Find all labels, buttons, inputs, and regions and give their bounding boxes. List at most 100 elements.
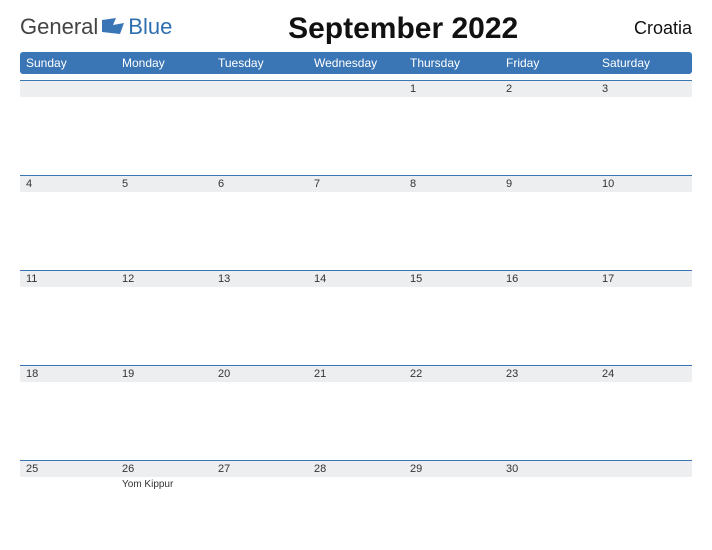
event-row xyxy=(20,287,692,359)
date-number: 21 xyxy=(308,366,404,382)
date-number: 17 xyxy=(596,271,692,287)
event-label xyxy=(596,382,692,454)
event-label xyxy=(20,287,116,359)
date-number: 6 xyxy=(212,176,308,192)
event-label xyxy=(596,287,692,359)
date-number: 23 xyxy=(500,366,596,382)
date-number: 28 xyxy=(308,461,404,477)
day-header: Monday xyxy=(116,52,212,74)
date-number: 16 xyxy=(500,271,596,287)
event-label xyxy=(212,192,308,264)
date-number: 15 xyxy=(404,271,500,287)
event-label xyxy=(404,382,500,454)
week-row: 252627282930Yom Kippur xyxy=(20,460,692,549)
date-row: 45678910 xyxy=(20,176,692,192)
logo: General Blue xyxy=(20,8,172,40)
event-label xyxy=(212,97,308,169)
date-number xyxy=(116,81,212,97)
date-number: 10 xyxy=(596,176,692,192)
date-number: 30 xyxy=(500,461,596,477)
logo-flag-icon xyxy=(102,14,124,40)
event-label xyxy=(116,287,212,359)
date-number: 5 xyxy=(116,176,212,192)
event-label xyxy=(116,97,212,169)
header: General Blue September 2022 Croatia xyxy=(20,8,692,52)
week-row: 45678910 xyxy=(20,175,692,264)
event-label xyxy=(20,382,116,454)
event-label xyxy=(212,382,308,454)
date-number: 20 xyxy=(212,366,308,382)
date-row: 123 xyxy=(20,81,692,97)
event-label xyxy=(116,382,212,454)
event-label xyxy=(500,477,596,549)
logo-text-b: Blue xyxy=(128,14,172,40)
event-label xyxy=(500,192,596,264)
date-number xyxy=(20,81,116,97)
event-label xyxy=(404,192,500,264)
day-header: Saturday xyxy=(596,52,692,74)
date-number: 26 xyxy=(116,461,212,477)
event-label xyxy=(404,287,500,359)
date-number xyxy=(596,461,692,477)
event-row xyxy=(20,192,692,264)
date-number: 4 xyxy=(20,176,116,192)
event-label xyxy=(308,477,404,549)
event-label: Yom Kippur xyxy=(116,477,212,549)
event-label xyxy=(308,97,404,169)
day-header: Friday xyxy=(500,52,596,74)
event-row xyxy=(20,97,692,169)
date-number: 8 xyxy=(404,176,500,192)
date-number xyxy=(212,81,308,97)
date-number: 12 xyxy=(116,271,212,287)
date-number: 14 xyxy=(308,271,404,287)
event-label xyxy=(500,287,596,359)
logo-text-a: General xyxy=(20,14,98,40)
date-number: 13 xyxy=(212,271,308,287)
event-label xyxy=(404,477,500,549)
week-row: 11121314151617 xyxy=(20,270,692,359)
event-row: Yom Kippur xyxy=(20,477,692,549)
date-number: 25 xyxy=(20,461,116,477)
region-label: Croatia xyxy=(634,8,692,39)
date-number: 19 xyxy=(116,366,212,382)
date-number: 24 xyxy=(596,366,692,382)
date-number: 29 xyxy=(404,461,500,477)
day-header: Thursday xyxy=(404,52,500,74)
event-label xyxy=(308,192,404,264)
week-row: 123 xyxy=(20,80,692,169)
event-label xyxy=(500,382,596,454)
event-label xyxy=(308,382,404,454)
date-number: 22 xyxy=(404,366,500,382)
page-title: September 2022 xyxy=(288,8,518,46)
event-label xyxy=(596,97,692,169)
event-label xyxy=(116,192,212,264)
date-row: 252627282930 xyxy=(20,461,692,477)
date-number: 2 xyxy=(500,81,596,97)
date-number: 1 xyxy=(404,81,500,97)
date-number: 11 xyxy=(20,271,116,287)
date-number: 7 xyxy=(308,176,404,192)
event-row xyxy=(20,382,692,454)
day-header: Wednesday xyxy=(308,52,404,74)
date-number: 18 xyxy=(20,366,116,382)
date-number: 3 xyxy=(596,81,692,97)
event-label xyxy=(500,97,596,169)
calendar-grid: 1234567891011121314151617181920212223242… xyxy=(20,80,692,549)
day-header: Tuesday xyxy=(212,52,308,74)
event-label xyxy=(212,477,308,549)
event-label xyxy=(20,192,116,264)
date-number: 27 xyxy=(212,461,308,477)
date-number xyxy=(308,81,404,97)
event-label xyxy=(404,97,500,169)
week-row: 18192021222324 xyxy=(20,365,692,454)
event-label xyxy=(212,287,308,359)
date-row: 11121314151617 xyxy=(20,271,692,287)
day-header-row: Sunday Monday Tuesday Wednesday Thursday… xyxy=(20,52,692,74)
event-label xyxy=(596,192,692,264)
event-label xyxy=(20,97,116,169)
event-label xyxy=(20,477,116,549)
event-label xyxy=(596,477,692,549)
event-label xyxy=(308,287,404,359)
day-header: Sunday xyxy=(20,52,116,74)
date-number: 9 xyxy=(500,176,596,192)
